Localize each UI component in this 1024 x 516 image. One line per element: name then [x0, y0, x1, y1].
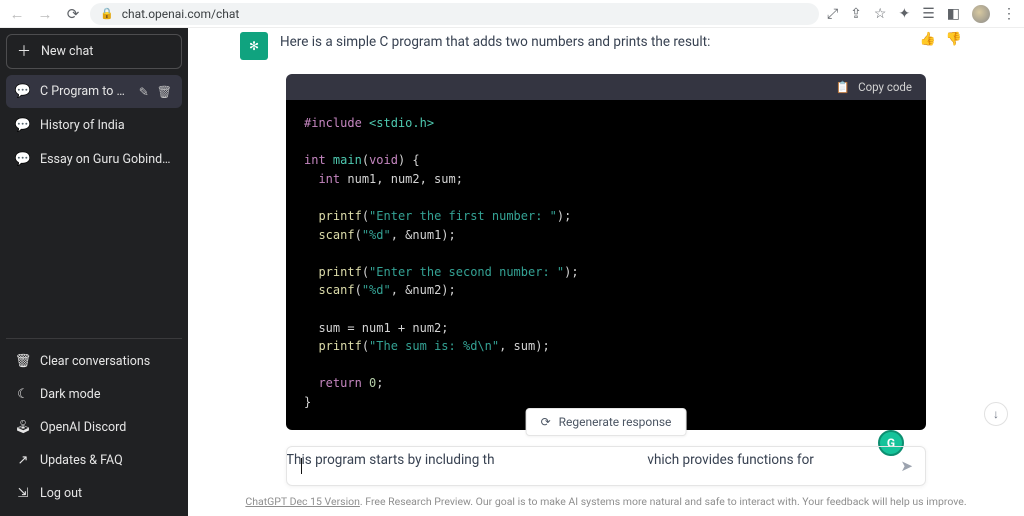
clipboard-icon: 📋 [836, 80, 850, 94]
label: Dark mode [40, 387, 172, 402]
prompt-input[interactable]: ➤ [286, 446, 926, 486]
side-panel-icon[interactable]: ◧ [947, 6, 960, 22]
assistant-avatar: ✻ [240, 32, 268, 60]
refresh-icon: ⟳ [541, 415, 551, 429]
trash-icon: 🗑 [16, 354, 30, 369]
address-bar[interactable]: 🔒 chat.openai.com/chat [90, 3, 819, 25]
thumbs-down-icon[interactable]: 👎 [946, 32, 962, 47]
trash-icon[interactable]: 🗑 [157, 85, 172, 99]
new-chat-button[interactable]: ＋ New chat [6, 34, 182, 69]
scroll-to-bottom[interactable]: ↓ [984, 402, 1008, 426]
pencil-icon[interactable]: ✎ [139, 85, 149, 99]
updates-faq[interactable]: ↗ Updates & FAQ [6, 444, 182, 477]
sidebar: ＋ New chat 💬 C Program to Add Two ✎ 🗑 💬 … [0, 28, 188, 516]
label: Updates & FAQ [40, 453, 172, 468]
link-icon: ↗ [16, 453, 30, 468]
send-icon[interactable]: ➤ [900, 457, 913, 475]
main-panel: ✻ Here is a simple C program that adds t… [188, 28, 1024, 516]
conversation-label: C Program to Add Two [40, 84, 129, 99]
log-out[interactable]: ⇲ Log out [6, 477, 182, 510]
conversation-label: Essay on Guru Gobind Singh [40, 152, 172, 167]
nav-forward-icon[interactable]: → [36, 5, 54, 23]
lock-icon: 🔒 [100, 7, 114, 20]
clear-conversations[interactable]: 🗑 Clear conversations [6, 345, 182, 378]
star-icon[interactable]: ☆ [874, 6, 887, 22]
nav-back-icon[interactable]: ← [8, 5, 26, 23]
openai-discord[interactable]: 🕹 OpenAI Discord [6, 411, 182, 444]
label: OpenAI Discord [40, 420, 172, 435]
conversation-label: History of India [40, 118, 172, 133]
regenerate-button[interactable]: ⟳ Regenerate response [526, 408, 687, 436]
conversation-item[interactable]: 💬 C Program to Add Two ✎ 🗑 [6, 75, 182, 108]
version-link[interactable]: ChatGPT Dec 15 Version [245, 495, 360, 508]
regenerate-label: Regenerate response [559, 415, 672, 429]
logout-icon: ⇲ [16, 486, 30, 501]
copy-code-button[interactable]: Copy code [858, 80, 912, 94]
plus-icon: ＋ [17, 45, 31, 59]
menu-icon[interactable]: ⋮ [1002, 6, 1016, 22]
footer-disclaimer: ChatGPT Dec 15 Version. Free Research Pr… [188, 495, 1024, 508]
label: Log out [40, 486, 172, 501]
conversation-item[interactable]: 💬 History of India [6, 109, 182, 142]
thumbs-up-icon[interactable]: 👍 [920, 32, 936, 47]
share-icon[interactable]: ⇪ [850, 6, 862, 22]
moon-icon: ☾ [16, 387, 30, 402]
zoom-icon[interactable]: ⤢ [827, 6, 838, 22]
chat-icon: 💬 [16, 84, 30, 99]
label: Clear conversations [40, 354, 172, 369]
chat-icon: 💬 [16, 152, 30, 167]
assistant-text: Here is a simple C program that adds two… [280, 32, 710, 53]
discord-icon: 🕹 [16, 420, 30, 435]
reading-list-icon[interactable]: ☰ [922, 6, 935, 22]
sidebar-bottom: 🗑 Clear conversations ☾ Dark mode 🕹 Open… [6, 338, 182, 510]
dark-mode[interactable]: ☾ Dark mode [6, 378, 182, 411]
code-content: #include <stdio.h> int main(void) { int … [286, 100, 926, 430]
url-text: chat.openai.com/chat [122, 7, 240, 21]
new-chat-label: New chat [41, 44, 93, 59]
extensions-icon[interactable]: ✦ [898, 6, 910, 22]
chat-icon: 💬 [16, 118, 30, 133]
browser-toolbar: ← → ⟳ 🔒 chat.openai.com/chat ⤢ ⇪ ☆ ✦ ☰ ◧… [0, 0, 1024, 28]
profile-avatar[interactable] [972, 5, 990, 23]
code-block: 📋 Copy code #include <stdio.h> int main(… [286, 74, 926, 430]
conversation-item[interactable]: 💬 Essay on Guru Gobind Singh [6, 143, 182, 176]
reload-icon[interactable]: ⟳ [64, 5, 82, 23]
conversation-list: 💬 C Program to Add Two ✎ 🗑 💬 History of … [6, 75, 182, 176]
